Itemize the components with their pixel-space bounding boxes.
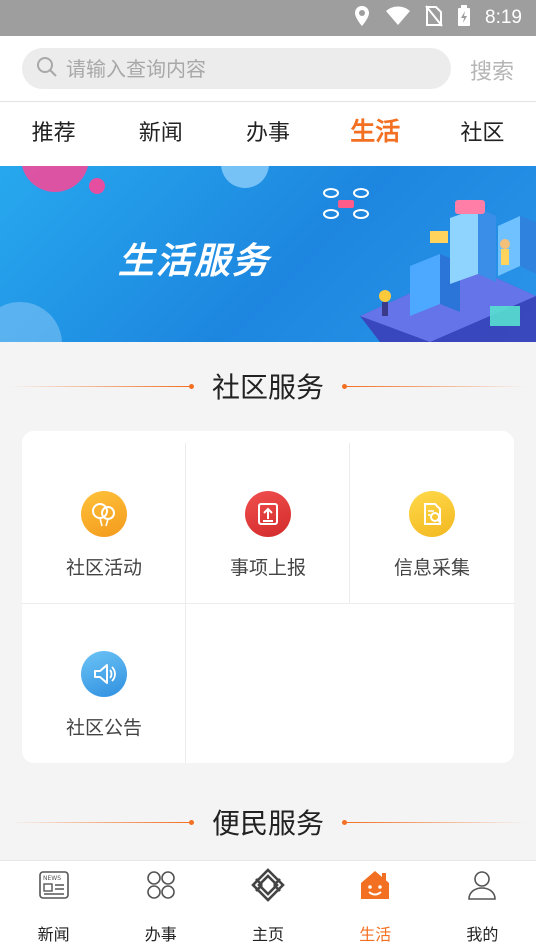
nav-label: 生活 xyxy=(359,925,392,944)
search-box[interactable] xyxy=(22,48,451,89)
nav-label: 我的 xyxy=(466,925,499,944)
community-section-header: 社区服务 xyxy=(0,366,536,406)
community-section-title: 社区服务 xyxy=(211,371,324,404)
speaker-icon xyxy=(81,651,127,697)
tab-news[interactable]: 新闻 xyxy=(107,102,214,166)
nav-home[interactable]: 主页 xyxy=(214,861,321,952)
nav-affairs[interactable]: 办事 xyxy=(107,861,214,952)
nav-label: 主页 xyxy=(252,925,285,944)
bottom-nav: NEWS 新闻 办事 主页 生活 我的 xyxy=(0,860,536,952)
service-label: 事项上报 xyxy=(229,557,306,579)
divider-line xyxy=(8,821,189,823)
service-label: 社区活动 xyxy=(65,557,142,579)
grid-icon xyxy=(143,867,179,903)
document-search-icon xyxy=(409,491,455,537)
user-icon xyxy=(464,867,500,903)
status-time: 8:19 xyxy=(485,7,522,28)
nav-life[interactable]: 生活 xyxy=(322,861,429,952)
community-services-grid: 社区活动 事项上报 信息采集 社区公告 xyxy=(22,431,514,763)
tab-community[interactable]: 社区 xyxy=(429,102,536,166)
service-label: 信息采集 xyxy=(393,557,470,579)
nav-mine[interactable]: 我的 xyxy=(429,861,536,952)
service-community-notice[interactable]: 社区公告 xyxy=(22,603,186,763)
news-icon: NEWS xyxy=(36,867,72,903)
status-bar: 8:19 xyxy=(0,0,536,36)
service-community-activity[interactable]: 社区活动 xyxy=(22,443,186,603)
tab-affairs[interactable]: 办事 xyxy=(214,102,321,166)
wifi-icon xyxy=(385,6,411,30)
convenience-section-title: 便民服务 xyxy=(211,807,324,840)
service-issue-report[interactable]: 事项上报 xyxy=(186,443,350,603)
no-sim-icon xyxy=(425,5,443,31)
divider-dot xyxy=(188,819,194,825)
upload-report-icon xyxy=(245,491,291,537)
divider-line xyxy=(347,821,527,823)
battery-charging-icon xyxy=(457,5,471,31)
nav-news[interactable]: NEWS 新闻 xyxy=(0,861,107,952)
tab-life[interactable]: 生活 xyxy=(322,102,429,166)
search-input[interactable] xyxy=(66,56,426,81)
divider-line xyxy=(8,385,189,387)
service-label: 社区公告 xyxy=(65,717,142,739)
home-logo-icon xyxy=(250,867,286,903)
search-icon xyxy=(36,56,58,82)
nav-label: 新闻 xyxy=(37,925,70,944)
house-smile-icon xyxy=(357,867,393,903)
category-tabs: 推荐 新闻 办事 生活 社区 xyxy=(0,102,536,166)
search-button[interactable]: 搜索 xyxy=(470,54,514,86)
svg-text:NEWS: NEWS xyxy=(43,875,61,882)
service-info-collection[interactable]: 信息采集 xyxy=(350,443,514,603)
banner-title: 生活服务 xyxy=(118,241,271,282)
location-icon xyxy=(353,5,371,31)
tab-recommend[interactable]: 推荐 xyxy=(0,102,107,166)
nav-label: 办事 xyxy=(144,925,177,944)
divider-dot xyxy=(188,383,194,389)
search-bar: 搜索 xyxy=(0,36,536,102)
banner[interactable]: 生活服务 xyxy=(0,166,536,342)
divider-line xyxy=(347,385,527,387)
balloon-icon xyxy=(81,491,127,537)
convenience-section-header: 便民服务 xyxy=(0,802,536,842)
